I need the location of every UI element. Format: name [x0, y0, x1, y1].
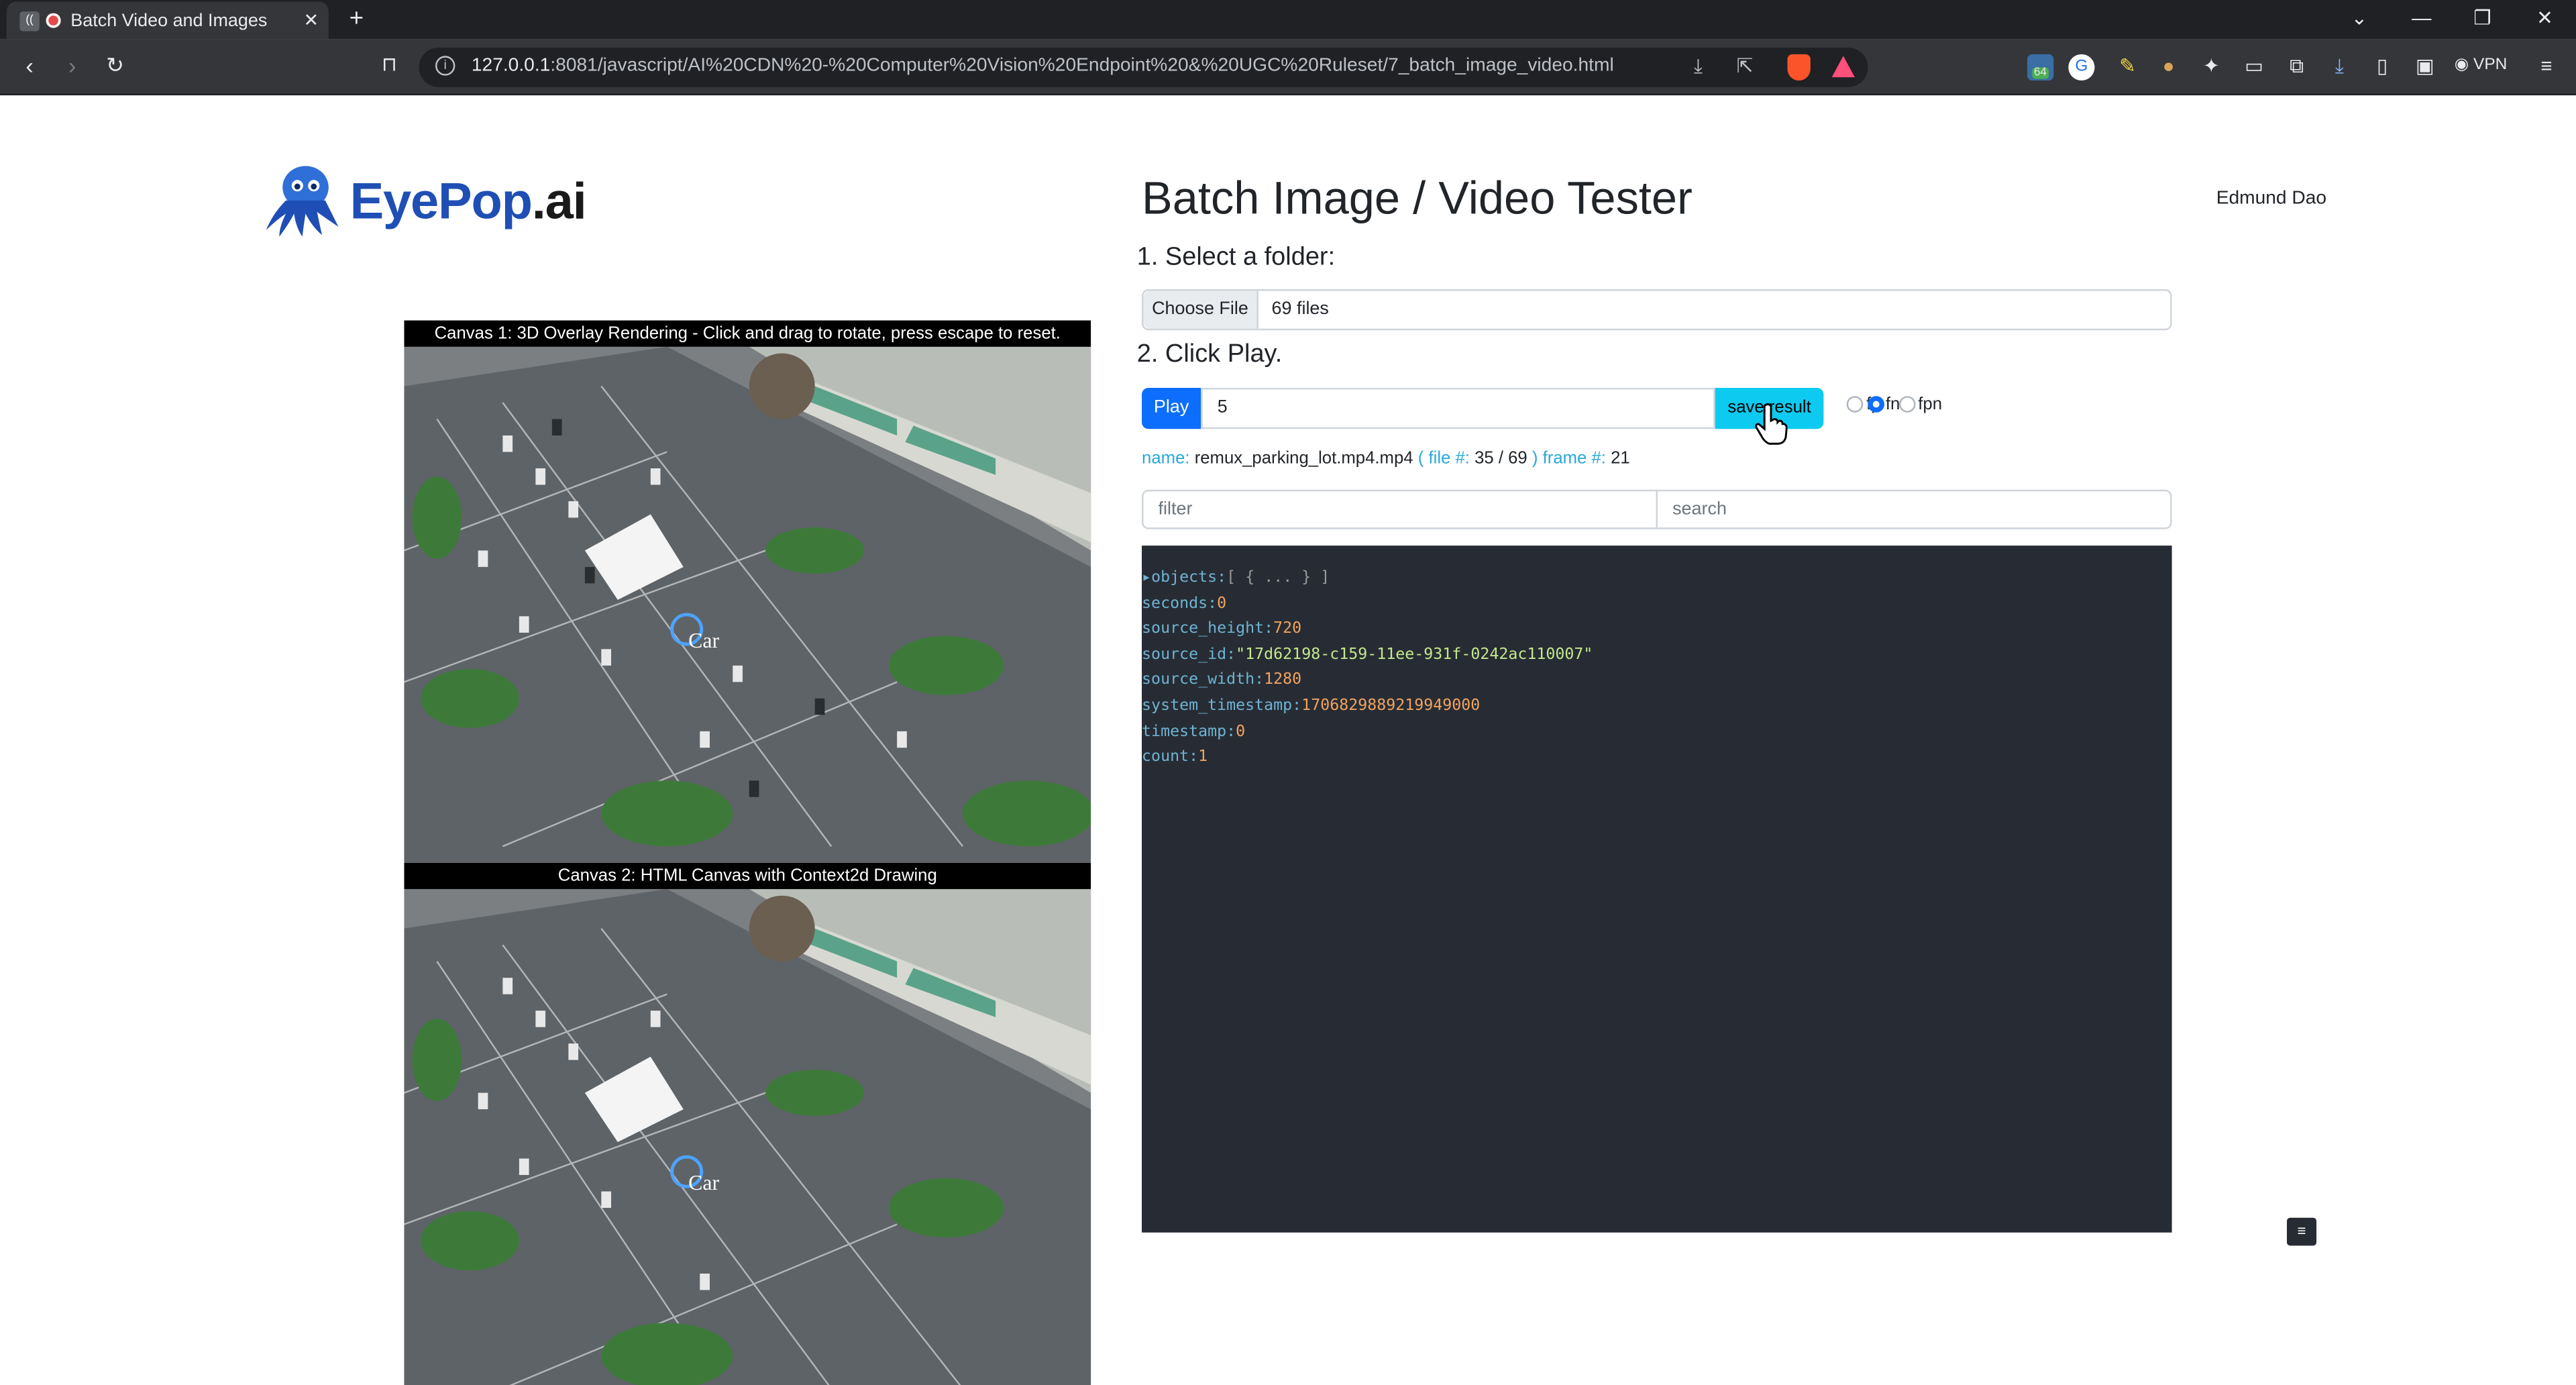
browser-toolbar: ‹ › ↻ ⊓ i 127.0.0.1:8081/javascript/AI%2… [0, 39, 2576, 96]
hand-cursor-icon [1755, 403, 1788, 445]
logo-text: EyePop.ai [350, 172, 587, 230]
file-number-value: 35 / 69 [1474, 448, 1527, 468]
play-input[interactable]: 5 [1201, 387, 1715, 429]
parking-lot-image [404, 320, 1091, 863]
json-line-source-id: source_id:"17d62198-c159-11ee-931f-0242a… [1142, 645, 1593, 664]
forward-button[interactable]: › [58, 52, 87, 79]
json-line-source-height: source_height:720 [1142, 619, 1302, 638]
download-icon[interactable]: ⤓ [1694, 54, 1703, 79]
radio-fn[interactable] [1867, 396, 1884, 413]
eyepop-logo: EyePop.ai [263, 164, 587, 240]
highlighter-extension-icon[interactable]: ✎ [2114, 54, 2141, 81]
page-title: Batch Image / Video Tester [1142, 172, 1693, 224]
json-line-source-width: source_width:1280 [1142, 671, 1302, 690]
status-line: name: remux_parking_lot.mp4.mp4 ( file #… [1142, 449, 1630, 468]
detection-label-car: Car [688, 1170, 720, 1195]
json-line-seconds: seconds:0 [1142, 594, 1227, 613]
canvas-2d-drawing[interactable]: Canvas 2: HTML Canvas with Context2d Dra… [404, 862, 1091, 1385]
detection-label-car: Car [688, 627, 720, 653]
extension-icon[interactable]: 64 [2027, 54, 2054, 81]
canvas1-caption: Canvas 1: 3D Overlay Rendering - Click a… [404, 320, 1091, 347]
cookie-extension-icon[interactable]: ● [2155, 54, 2182, 81]
grammar-extension-icon[interactable]: G [2068, 54, 2095, 81]
url-text[interactable]: 127.0.0.1:8081/javascript/AI%20CDN%20-%2… [472, 56, 1614, 75]
json-viewer: ▸objects:[ { ... } ] seconds:0 source_he… [1142, 546, 2172, 1233]
restore-button[interactable]: ❐ [2466, 7, 2499, 30]
expand-arrow-icon[interactable]: ▸ [1142, 568, 1151, 586]
user-name[interactable]: Edmund Dao [2216, 189, 2326, 209]
canvas-3d-overlay[interactable]: Canvas 1: 3D Overlay Rendering - Click a… [404, 320, 1091, 863]
file-name-value: remux_parking_lot.mp4.mp4 [1194, 448, 1413, 468]
new-tab-button[interactable]: + [341, 5, 371, 34]
address-bar[interactable]: i 127.0.0.1:8081/javascript/AI%20CDN%20-… [419, 48, 1868, 87]
vpn-button[interactable]: ◉ VPN [2455, 56, 2517, 82]
brave-rewards-icon[interactable] [1831, 56, 1855, 78]
file-count-text: 69 files [1271, 299, 1329, 319]
step-select-folder: 1. Select a folder: [1136, 243, 1336, 272]
frame-number-value: 21 [1611, 448, 1630, 468]
extensions-icon[interactable]: ⧉ [2284, 54, 2310, 81]
wallet-icon[interactable]: ▣ [2412, 54, 2438, 81]
frame-number-key: ) frame #: [1532, 448, 1606, 468]
recording-indicator-icon [46, 13, 61, 28]
share-icon[interactable]: ⇱ [1737, 54, 1754, 77]
result-mode-radios: fp fn fpn [1846, 394, 1943, 415]
json-line-objects[interactable]: ▸objects:[ { ... } ] [1142, 565, 2172, 591]
back-button[interactable]: ‹ [15, 52, 44, 79]
close-tab-icon[interactable]: ✕ [304, 10, 319, 31]
toggle-panel-button[interactable]: ≡ [2287, 1217, 2317, 1246]
file-number-key: ( file #: [1417, 448, 1470, 468]
step-click-play: 2. Click Play. [1136, 340, 1283, 368]
folder-file-input[interactable]: Choose File 69 files [1142, 289, 2172, 331]
choose-file-button[interactable]: Choose File [1143, 291, 1258, 329]
tab-search-icon[interactable]: ⌄ [2343, 7, 2375, 30]
downloads-icon[interactable]: ⤓ [2326, 54, 2353, 81]
search-input[interactable]: search [1656, 489, 2172, 529]
json-line-system-timestamp: system_timestamp:1706829889219949000 [1142, 697, 1481, 715]
canvas2-caption: Canvas 2: HTML Canvas with Context2d Dra… [404, 862, 1091, 889]
json-line-count: count:1 [1142, 748, 1208, 766]
radio-fpn-label: fpn [1918, 394, 1943, 415]
json-line-timestamp: timestamp:0 [1142, 722, 1246, 741]
reload-button[interactable]: ↻ [100, 52, 129, 79]
sidebar-icon[interactable]: ▯ [2369, 54, 2395, 81]
browser-tab[interactable]: (( Batch Video and Images ✕ [6, 1, 329, 40]
radio-fn-label: fn [1885, 394, 1900, 415]
vpn-label: VPN [2473, 56, 2508, 74]
bookmark-icon[interactable]: ⊓ [374, 52, 404, 75]
play-button[interactable]: Play [1142, 387, 1201, 429]
browser-tab-bar: (( Batch Video and Images ✕ + ⌄ — ❐ ✕ [0, 0, 2576, 40]
brave-shield-icon[interactable] [1787, 54, 1811, 81]
tab-title: Batch Video and Images [70, 10, 268, 31]
filter-input[interactable]: filter [1142, 489, 1658, 529]
puzzle-extension-icon[interactable]: ✦ [2198, 54, 2224, 81]
close-window-button[interactable]: ✕ [2528, 7, 2561, 30]
screen-extension-icon[interactable]: ▭ [2241, 54, 2267, 81]
minimize-button[interactable]: — [2405, 7, 2438, 30]
name-key: name: [1142, 448, 1190, 468]
radio-fpn[interactable] [1898, 396, 1915, 413]
parking-lot-image [404, 862, 1091, 1385]
site-info-icon[interactable]: i [435, 56, 455, 76]
octopus-logo-icon [266, 166, 339, 237]
radio-fp[interactable] [1846, 396, 1864, 413]
tab-favicon-icon: (( [19, 10, 40, 31]
menu-icon[interactable]: ≡ [2533, 54, 2559, 81]
vpn-icon: ◉ [2454, 56, 2469, 74]
